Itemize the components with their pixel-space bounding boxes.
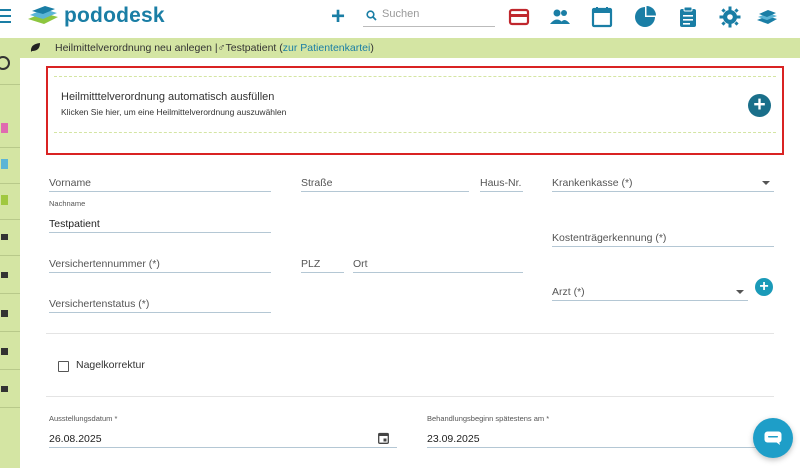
arzt-placeholder: Arzt (*)	[552, 286, 585, 298]
krankenkasse-select[interactable]: Krankenkasse (*)	[552, 172, 774, 192]
sidebar-item-6[interactable]	[0, 296, 20, 332]
versichertennummer-field[interactable]: Versichertennummer (*)	[49, 253, 271, 273]
behandlungsbeginn-field[interactable]: Behandlungsbeginn spätestens am * 23.09.…	[427, 414, 774, 448]
nachname-label: Nachname	[49, 199, 86, 208]
ort-field[interactable]: Ort	[353, 253, 523, 273]
ausstellungsdatum-field[interactable]: Ausstellungsdatum * 26.08.2025	[49, 414, 397, 448]
krankenkasse-placeholder: Krankenkasse (*)	[552, 177, 633, 189]
vorname-placeholder: Vorname	[49, 177, 92, 189]
vorname-field[interactable]: Vorname	[49, 172, 271, 192]
versichertenstatus-placeholder: Versichertenstatus (*)	[49, 298, 150, 310]
plz-field[interactable]: PLZ	[301, 253, 344, 273]
autofill-inner: Heilmitttelverordnung automatisch ausfül…	[54, 76, 776, 133]
chevron-down-icon	[736, 290, 744, 294]
calendar-icon[interactable]	[591, 6, 613, 28]
side-nav	[0, 38, 20, 468]
sidebar-item-7[interactable]	[0, 334, 20, 370]
clipboard-icon[interactable]	[677, 6, 699, 28]
sidebar-item-4[interactable]	[0, 220, 20, 256]
behandlungsbeginn-value: 23.09.2025	[427, 433, 480, 445]
brand-name: pododesk	[64, 4, 165, 27]
nachname-field[interactable]: Nachname Testpatient	[49, 199, 271, 233]
arzt-select[interactable]: Arzt (*)	[552, 281, 748, 301]
add-icon[interactable]: +	[331, 5, 345, 29]
strasse-field[interactable]: Straße	[301, 172, 469, 192]
top-bar: pododesk +	[0, 0, 800, 36]
hausnr-field[interactable]: Haus-Nr.	[480, 172, 523, 192]
breadcrumb-text: Heilmittelverordnung neu anlegen |♂Testp…	[55, 38, 374, 58]
autofill-add-button[interactable]: +	[748, 94, 771, 117]
divider	[46, 396, 774, 397]
divider	[46, 333, 774, 334]
nachname-value: Testpatient	[49, 218, 100, 230]
ausstellungsdatum-value: 26.08.2025	[49, 433, 102, 445]
sidebar-item-stats[interactable]	[0, 47, 20, 85]
strasse-placeholder: Straße	[301, 177, 333, 189]
search-icon	[366, 10, 377, 21]
chat-icon	[764, 431, 782, 445]
nagelkorrektur-checkbox[interactable]	[58, 361, 69, 372]
nagelkorrektur-label[interactable]: Nagelkorrektur	[76, 359, 145, 371]
sidebar-item-5[interactable]	[0, 258, 20, 294]
kostentraeger-field[interactable]: Kostenträgerkennung (*)	[552, 227, 774, 247]
sidebar-item-2[interactable]	[0, 148, 20, 184]
statistics-icon[interactable]	[634, 6, 656, 28]
ort-placeholder: Ort	[353, 258, 368, 270]
behandlungsbeginn-label: Behandlungsbeginn spätestens am *	[427, 414, 550, 423]
stack-icon[interactable]	[756, 6, 778, 28]
male-symbol: ♂	[217, 42, 226, 54]
breadcrumb: Heilmittelverordnung neu anlegen |♂Testp…	[20, 38, 800, 58]
search-input[interactable]	[382, 8, 492, 20]
settings-icon[interactable]	[719, 6, 741, 28]
add-arzt-button[interactable]: +	[755, 278, 773, 296]
search-field[interactable]	[363, 7, 495, 27]
patient-record-link[interactable]: zur Patientenkartei	[283, 42, 371, 54]
autofill-title: Heilmitttelverordnung automatisch ausfül…	[61, 91, 275, 103]
autofill-subtitle: Klicken Sie hier, um eine Heilmittelvero…	[61, 107, 287, 117]
card-icon[interactable]	[508, 6, 530, 28]
versichertenstatus-field[interactable]: Versichertenstatus (*)	[49, 293, 271, 313]
menu-icon[interactable]	[0, 9, 12, 23]
plz-placeholder: PLZ	[301, 258, 321, 270]
chat-button[interactable]	[753, 418, 793, 458]
patient-name: Testpatient	[225, 42, 277, 54]
versichertennummer-placeholder: Versichertennummer (*)	[49, 258, 160, 270]
logo	[28, 6, 58, 24]
leaf-icon	[30, 43, 40, 52]
calendar-icon[interactable]	[378, 432, 389, 444]
ausstellungsdatum-label: Ausstellungsdatum *	[49, 414, 118, 423]
sidebar-item-8[interactable]	[0, 372, 20, 408]
hausnr-placeholder: Haus-Nr.	[480, 177, 522, 189]
autofill-panel[interactable]: Heilmitttelverordnung automatisch ausfül…	[46, 66, 784, 155]
sidebar-item-3[interactable]	[0, 184, 20, 220]
kostentraeger-placeholder: Kostenträgerkennung (*)	[552, 232, 667, 244]
paren-close: )	[370, 42, 374, 54]
sidebar-item-1[interactable]	[0, 112, 20, 148]
patients-icon[interactable]	[549, 6, 571, 28]
page-title: Heilmittelverordnung neu anlegen |	[55, 42, 218, 54]
chevron-down-icon	[762, 181, 770, 185]
